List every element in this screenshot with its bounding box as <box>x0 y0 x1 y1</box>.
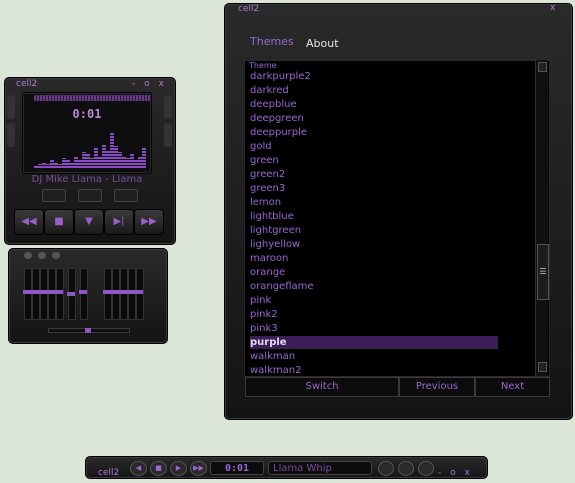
eq-slider-knob[interactable] <box>55 290 63 294</box>
tab-themes[interactable]: Themes <box>250 35 294 48</box>
mini-stop-button[interactable]: ■ <box>150 461 167 476</box>
mini-prev-button[interactable]: ◀ <box>130 461 147 476</box>
eq-slider-knob[interactable] <box>67 292 75 296</box>
next-button[interactable]: ▶| <box>104 209 134 235</box>
eq-band-slider[interactable] <box>31 268 40 320</box>
theme-list-item[interactable]: lighyellow <box>250 238 498 251</box>
switch-button[interactable]: Switch <box>245 377 399 397</box>
tab-about[interactable]: About <box>306 37 339 50</box>
eq-band-slider[interactable] <box>55 268 64 320</box>
shuffle-button[interactable] <box>42 189 66 202</box>
theme-list-item[interactable]: walkman2 <box>250 364 498 377</box>
eq-slider-knob[interactable] <box>31 290 39 294</box>
open-button[interactable]: ▼ <box>74 209 104 235</box>
next-button[interactable]: Next <box>475 377 550 397</box>
eq-slider-knob[interactable] <box>47 290 55 294</box>
eq-slider-knob[interactable] <box>111 290 119 294</box>
previous-button[interactable]: Previous <box>399 377 475 397</box>
theme-list-label: Theme <box>249 61 277 70</box>
eq-slider-knob[interactable] <box>79 290 87 294</box>
mini-song-title: Llama Whip <box>268 461 372 475</box>
eq-band-slider[interactable] <box>119 268 128 320</box>
theme-list-item[interactable]: orange <box>250 266 498 279</box>
eq-band-slider[interactable] <box>103 268 112 320</box>
mini-playlist-button[interactable] <box>398 461 414 476</box>
eq-toggle-buttons[interactable] <box>24 252 60 260</box>
theme-list-item[interactable]: lemon <box>250 196 498 209</box>
player-left-handle[interactable] <box>7 95 15 119</box>
mini-title: cell2 <box>98 468 120 478</box>
previous-button[interactable]: ◀◀ <box>14 209 44 235</box>
eq-band-slider[interactable] <box>111 268 120 320</box>
stop-button[interactable]: ■ <box>44 209 74 235</box>
theme-list-item[interactable]: lightgreen <box>250 224 498 237</box>
eq-slider-knob[interactable] <box>119 290 127 294</box>
theme-list-item[interactable]: green <box>250 154 498 167</box>
theme-list-item[interactable]: pink <box>250 294 498 307</box>
song-title: DJ Mike Llama - Llama <box>31 174 143 185</box>
scroll-thumb[interactable]: ☰ <box>537 244 549 300</box>
forward-button[interactable]: ▶▶ <box>134 209 164 235</box>
playlist-button[interactable] <box>114 189 138 202</box>
eq-band-slider[interactable] <box>47 268 56 320</box>
repeat-button[interactable] <box>78 189 102 202</box>
seek-bar[interactable] <box>34 95 151 101</box>
theme-list-item[interactable]: deeppurple <box>250 126 498 139</box>
eq-band-slider[interactable] <box>67 268 76 320</box>
eq-slider-knob[interactable] <box>23 290 31 294</box>
eq-band-slider[interactable] <box>127 268 136 320</box>
mini-extra-buttons <box>378 461 434 476</box>
player-right-handle[interactable] <box>164 95 172 119</box>
theme-list-scrollbar[interactable]: ☰ <box>535 60 549 376</box>
player-small-buttons <box>38 189 140 202</box>
theme-list-item[interactable]: green3 <box>250 182 498 195</box>
scroll-down-icon[interactable] <box>538 362 547 372</box>
mini-eq-button[interactable] <box>378 461 394 476</box>
player-right-handle-2[interactable] <box>164 123 172 147</box>
theme-list-item[interactable]: pink3 <box>250 322 498 335</box>
themes-window-title: cell2 <box>238 4 260 14</box>
scroll-up-icon[interactable] <box>538 62 547 72</box>
theme-list-item[interactable]: purple <box>250 336 498 349</box>
theme-list-item[interactable]: lightblue <box>250 210 498 223</box>
eq-slider-knob[interactable] <box>103 290 111 294</box>
transport-controls: ◀◀ ■ ▼ ▶| ▶▶ <box>14 209 164 235</box>
mini-menu-button[interactable] <box>418 461 434 476</box>
theme-list-item[interactable]: darkpurple2 <box>250 70 498 83</box>
spectrum-visualizer[interactable] <box>34 126 146 168</box>
player-title: cell2 <box>16 79 38 89</box>
theme-list-item[interactable]: gold <box>250 140 498 153</box>
mini-forward-button[interactable]: ▶▶ <box>190 461 207 476</box>
mini-next-button[interactable]: ▶ <box>170 461 187 476</box>
eq-band-slider[interactable] <box>135 268 144 320</box>
theme-list-item[interactable]: walkman <box>250 350 498 363</box>
player-window-controls[interactable]: - o x <box>132 79 167 89</box>
theme-list-item[interactable]: green2 <box>250 168 498 181</box>
player-left-handle-2[interactable] <box>7 123 15 147</box>
visualizer-bar <box>142 148 146 168</box>
theme-list-item[interactable]: maroon <box>250 252 498 265</box>
mini-time: 0:01 <box>210 461 264 475</box>
mini-transport: ◀ ■ ▶ ▶▶ <box>130 461 207 476</box>
eq-slider-knob[interactable] <box>135 290 143 294</box>
eq-band-slider[interactable] <box>79 268 88 320</box>
theme-list-item[interactable]: deepblue <box>250 98 498 111</box>
theme-list-item[interactable]: deepgreen <box>250 112 498 125</box>
eq-band-slider[interactable] <box>39 268 48 320</box>
theme-list-item[interactable]: pink2 <box>250 308 498 321</box>
balance-slider[interactable] <box>48 328 130 333</box>
eq-band-slider[interactable] <box>23 268 32 320</box>
elapsed-time: 0:01 <box>72 107 102 121</box>
eq-slider-knob[interactable] <box>39 290 47 294</box>
mini-window-controls[interactable]: - o x <box>438 468 473 478</box>
eq-slider-knob[interactable] <box>127 290 135 294</box>
theme-list-item[interactable]: darkred <box>250 84 498 97</box>
themes-close-button[interactable]: x <box>550 3 558 13</box>
theme-list-item[interactable]: orangeflame <box>250 280 498 293</box>
